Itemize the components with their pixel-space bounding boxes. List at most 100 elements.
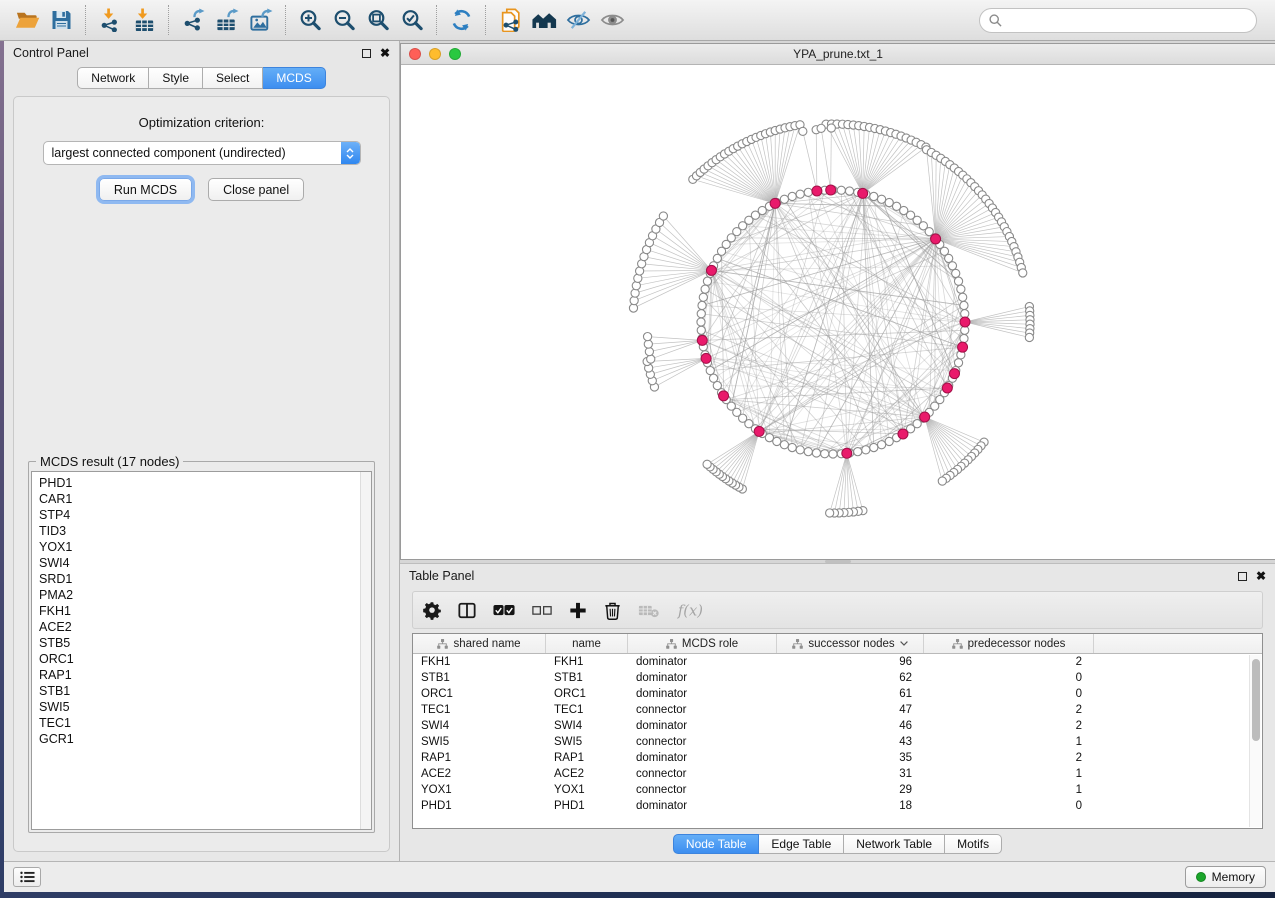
tab-edge-table[interactable]: Edge Table [759, 834, 844, 854]
close-panel-icon[interactable]: ✖ [380, 47, 390, 59]
mcds-hub-node[interactable] [826, 185, 836, 195]
list-item[interactable]: SWI4 [39, 555, 371, 571]
table-row[interactable]: PHD1PHD1dominator180 [413, 798, 1262, 814]
list-item[interactable]: PHD1 [39, 475, 371, 491]
list-item[interactable]: ACE2 [39, 619, 371, 635]
list-item[interactable]: CAR1 [39, 491, 371, 507]
table-scrollbar[interactable] [1249, 655, 1261, 827]
tab-select[interactable]: Select [203, 67, 263, 89]
refresh-icon[interactable] [444, 5, 478, 35]
list-item[interactable]: TID3 [39, 523, 371, 539]
mcds-hub-node[interactable] [770, 198, 780, 208]
cell-predecessor_nodes: 2 [924, 704, 1094, 716]
list-item[interactable]: SWI5 [39, 699, 371, 715]
mcds-hub-node[interactable] [942, 383, 952, 393]
list-item[interactable]: STP4 [39, 507, 371, 523]
mcds-hub-node[interactable] [920, 412, 930, 422]
table-row[interactable]: ORC1ORC1dominator610 [413, 686, 1262, 702]
cell-successor_nodes: 47 [777, 704, 924, 716]
search-box[interactable] [979, 8, 1257, 33]
network-from-file-icon[interactable] [493, 5, 527, 35]
table-options-gear-icon[interactable] [423, 598, 441, 622]
mcds-hub-node[interactable] [950, 369, 960, 379]
run-mcds-button[interactable]: Run MCDS [99, 178, 192, 201]
list-item[interactable]: STB1 [39, 683, 371, 699]
list-item[interactable]: SRD1 [39, 571, 371, 587]
list-item[interactable]: ORC1 [39, 651, 371, 667]
mcds-hub-node[interactable] [719, 391, 729, 401]
network-graph[interactable] [401, 65, 1274, 559]
column-header-predecessor-nodes[interactable]: predecessor nodes [924, 634, 1094, 653]
mcds-hub-node[interactable] [812, 186, 822, 196]
table-row[interactable]: FKH1FKH1dominator962 [413, 654, 1262, 670]
birdseye-view-icon[interactable] [527, 5, 561, 35]
list-item[interactable]: PMA2 [39, 587, 371, 603]
column-header-name[interactable]: name [546, 634, 628, 653]
mcds-result-list[interactable]: PHD1CAR1STP4TID3YOX1SWI4SRD1PMA2FKH1ACE2… [31, 471, 372, 830]
export-network-icon[interactable] [176, 5, 210, 35]
mcds-hub-node[interactable] [858, 188, 868, 198]
open-session-icon[interactable] [10, 5, 44, 35]
tab-network[interactable]: Network [77, 67, 149, 89]
mcds-list-scrollbar[interactable] [360, 472, 371, 829]
table-row[interactable]: ACE2ACE2connector311 [413, 766, 1262, 782]
column-header-shared-name[interactable]: shared name [413, 634, 546, 653]
mcds-hub-node[interactable] [958, 342, 968, 352]
table-row[interactable]: SWI5SWI5connector431 [413, 734, 1262, 750]
mcds-hub-node[interactable] [701, 353, 711, 363]
zoom-in-icon[interactable] [293, 5, 327, 35]
tab-style[interactable]: Style [149, 67, 203, 89]
tab-node-table[interactable]: Node Table [673, 834, 760, 854]
deselect-all-rows-icon[interactable] [532, 598, 552, 622]
table-row[interactable]: RAP1RAP1dominator352 [413, 750, 1262, 766]
mcds-hub-node[interactable] [754, 426, 764, 436]
tab-mcds[interactable]: MCDS [263, 67, 325, 89]
list-item[interactable]: YOX1 [39, 539, 371, 555]
tab-motifs[interactable]: Motifs [945, 834, 1002, 854]
mcds-hub-node[interactable] [898, 429, 908, 439]
column-header-MCDS-role[interactable]: MCDS role [628, 634, 777, 653]
float-table-panel-icon[interactable] [1238, 572, 1247, 581]
table-row[interactable]: TEC1TEC1connector472 [413, 702, 1262, 718]
horizontal-splitter[interactable] [400, 560, 1275, 563]
cell-successor_nodes: 29 [777, 784, 924, 796]
close-table-panel-icon[interactable]: ✖ [1256, 570, 1266, 582]
mcds-hub-node[interactable] [931, 234, 941, 244]
close-panel-button[interactable]: Close panel [208, 178, 304, 201]
table-row[interactable]: YOX1YOX1connector291 [413, 782, 1262, 798]
list-item[interactable]: GCR1 [39, 731, 371, 747]
import-table-icon[interactable] [127, 5, 161, 35]
mcds-hub-node[interactable] [706, 265, 716, 275]
memory-button[interactable]: Memory [1185, 866, 1266, 888]
list-item[interactable]: RAP1 [39, 667, 371, 683]
delete-rows-trash-icon[interactable] [604, 598, 621, 622]
mcds-hub-node[interactable] [842, 448, 852, 458]
export-image-icon[interactable] [244, 5, 278, 35]
list-item[interactable]: STB5 [39, 635, 371, 651]
mcds-hub-node[interactable] [697, 335, 707, 345]
table-row[interactable]: SWI4SWI4dominator462 [413, 718, 1262, 734]
zoom-fit-icon[interactable] [361, 5, 395, 35]
show-graphics-details-icon[interactable] [595, 5, 629, 35]
export-table-icon[interactable] [210, 5, 244, 35]
network-titlebar[interactable]: YPA_prune.txt_1 [401, 44, 1275, 65]
criterion-dropdown[interactable]: largest connected component (undirected) [43, 141, 361, 165]
list-item[interactable]: FKH1 [39, 603, 371, 619]
zoom-selected-icon[interactable] [395, 5, 429, 35]
table-row[interactable]: STB1STB1dominator620 [413, 670, 1262, 686]
import-network-icon[interactable] [93, 5, 127, 35]
search-input[interactable] [1007, 13, 1247, 27]
select-all-rows-icon[interactable] [493, 598, 515, 622]
tab-network-table[interactable]: Network Table [844, 834, 945, 854]
task-history-button[interactable] [13, 867, 41, 887]
hide-graphics-details-icon[interactable] [561, 5, 595, 35]
column-header-successor-nodes[interactable]: successor nodes [777, 634, 924, 653]
zoom-out-icon[interactable] [327, 5, 361, 35]
save-session-icon[interactable] [44, 5, 78, 35]
list-item[interactable]: TEC1 [39, 715, 371, 731]
add-column-icon[interactable] [569, 598, 587, 622]
float-panel-icon[interactable] [362, 49, 371, 58]
network-canvas[interactable] [401, 65, 1275, 559]
show-columns-icon[interactable] [458, 598, 476, 622]
mcds-hub-node[interactable] [960, 317, 970, 327]
